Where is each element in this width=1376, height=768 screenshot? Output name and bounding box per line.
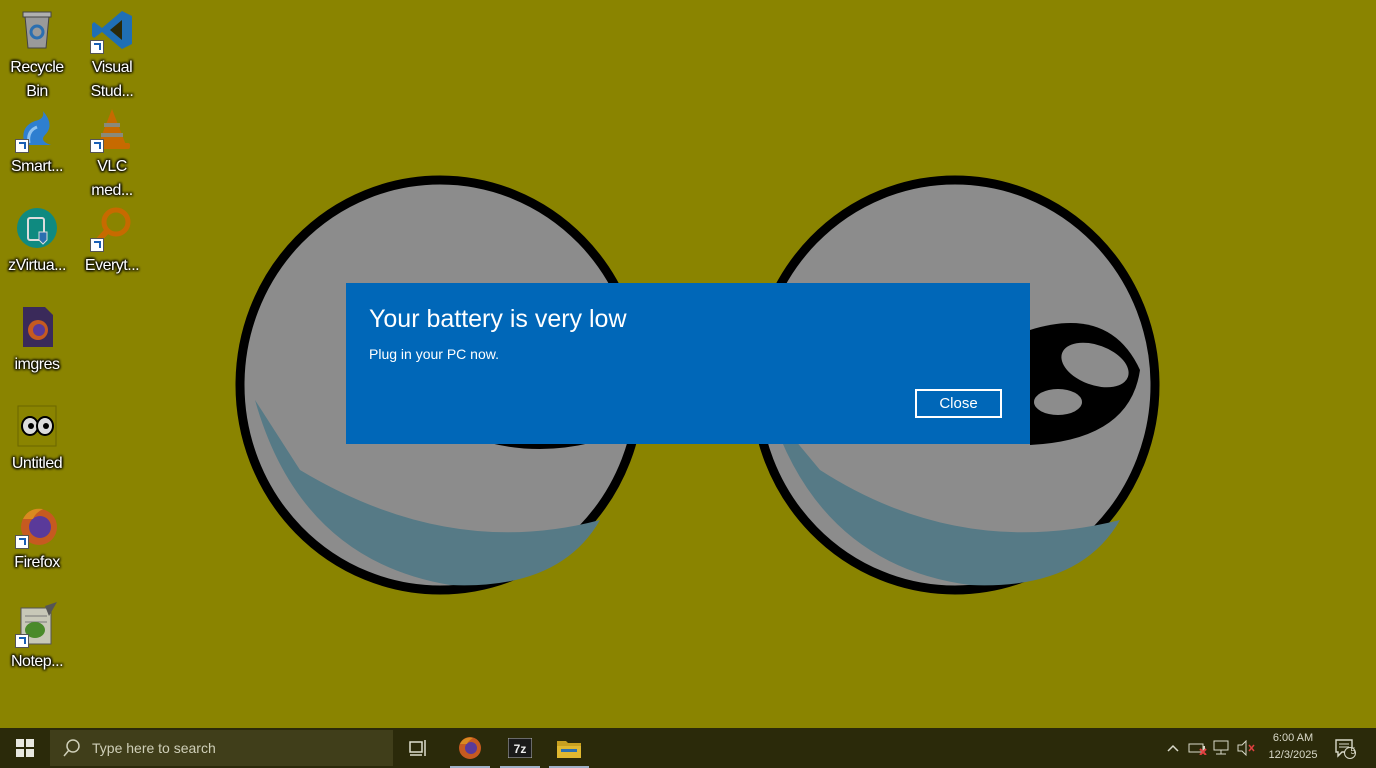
desktop-icon-smartgit[interactable]: Smart... (1, 107, 73, 179)
file-explorer-icon (557, 741, 581, 758)
taskbar-file-explorer[interactable] (545, 728, 593, 768)
vscode-icon (90, 8, 134, 54)
task-view-button[interactable] (395, 728, 443, 768)
shortcut-arrow-icon (90, 238, 104, 252)
close-button[interactable]: Close (915, 389, 1002, 418)
desktop-icon-firefox[interactable]: Firefox (1, 503, 73, 575)
clock-time: 6:00 AM (1272, 732, 1314, 744)
desktop-icon-everything[interactable]: Everyt... (76, 206, 148, 278)
desktop-icon-label: imgres (14, 356, 60, 373)
recycle-bin-icon (15, 8, 59, 52)
search-placeholder: Type here to search (92, 740, 216, 756)
desktop-icon-vlc[interactable]: VLC med... (76, 107, 148, 203)
desktop-icon-label: VLC med... (91, 158, 133, 199)
desktop-icon-label: Smart... (10, 158, 64, 175)
firefox-document-icon (15, 305, 59, 349)
desktop-icon-notepad[interactable]: Notep... (1, 602, 73, 674)
taskbar: Type here to search 7z 6:00 AM 12/3/2025… (0, 728, 1376, 768)
start-button[interactable] (0, 728, 50, 768)
smartgit-icon (15, 107, 59, 153)
desktop-icon-untitled[interactable]: Untitled (1, 404, 73, 476)
firefox-icon (459, 737, 481, 759)
chevron-up-icon (1167, 744, 1179, 752)
volume-muted-icon (1237, 740, 1255, 756)
7zip-icon: 7z (508, 738, 532, 758)
shortcut-arrow-icon (15, 535, 29, 549)
desktop-icon-label: zVirtua... (8, 257, 66, 274)
battery-tray-button[interactable] (1187, 728, 1209, 768)
windows-logo-icon (16, 739, 34, 757)
search-input[interactable]: Type here to search (50, 730, 393, 766)
shortcut-arrow-icon (15, 139, 29, 153)
notification-count-badge: 5 (1350, 746, 1356, 756)
clock-date: 12/3/2025 (1268, 749, 1318, 761)
taskbar-firefox[interactable] (446, 728, 494, 768)
everything-search-icon (90, 206, 134, 252)
vlc-icon (90, 107, 134, 153)
network-tray-button[interactable] (1211, 728, 1233, 768)
action-center-button[interactable]: 5 (1330, 728, 1360, 768)
svg-text:7z: 7z (514, 742, 527, 756)
eyes-image-icon (15, 404, 59, 448)
desktop-icon-label: Firefox (14, 554, 60, 571)
zvirtual-icon (15, 206, 59, 250)
network-icon (1213, 740, 1229, 755)
desktop-icon-label: Notep... (10, 653, 64, 670)
notepad-plus-plus-icon (15, 602, 59, 648)
desktop-icon-zvirtual[interactable]: zVirtua... (1, 206, 73, 278)
desktop-icon-label: Recycle Bin (10, 59, 64, 100)
system-clock[interactable]: 6:00 AM 12/3/2025 (1258, 730, 1328, 764)
firefox-icon (15, 503, 59, 549)
show-hidden-icons-button[interactable] (1163, 728, 1183, 768)
shortcut-arrow-icon (90, 40, 104, 54)
desktop-icon-recycle-bin[interactable]: Recycle Bin (1, 8, 73, 104)
shortcut-arrow-icon (15, 634, 29, 648)
desktop-icon-label: Untitled (11, 455, 63, 472)
volume-tray-button[interactable] (1235, 728, 1257, 768)
search-icon (63, 739, 80, 757)
desktop-icon-label: Visual Stud... (90, 59, 134, 100)
notification-title: Your battery is very low (369, 305, 627, 333)
battery-critical-icon (1188, 743, 1207, 755)
desktop-icon-visual-studio-code[interactable]: Visual Stud... (76, 8, 148, 104)
desktop-icon-imgres[interactable]: imgres (1, 305, 73, 377)
desktop: Recycle Bin Visual Stud... Smart... VLC … (0, 0, 1376, 728)
shortcut-arrow-icon (90, 139, 104, 153)
battery-low-notification: Your battery is very low Plug in your PC… (346, 283, 1030, 444)
notification-body: Plug in your PC now. (369, 346, 499, 362)
task-view-icon (409, 740, 426, 756)
taskbar-7zip[interactable]: 7z (496, 728, 544, 768)
desktop-icon-label: Everyt... (84, 257, 140, 274)
